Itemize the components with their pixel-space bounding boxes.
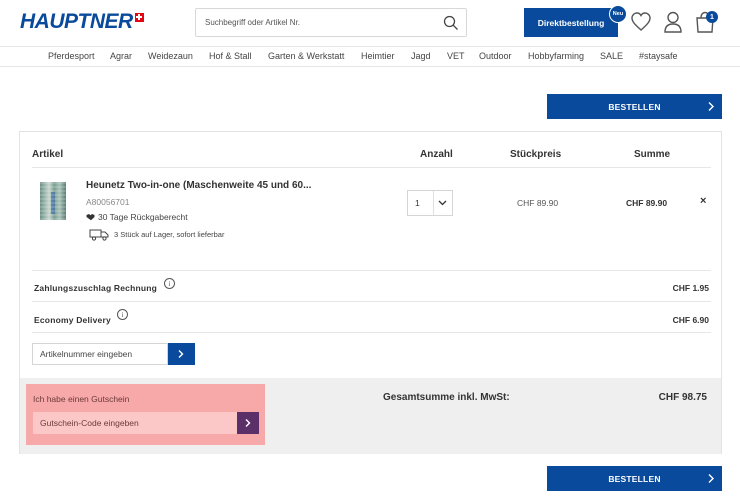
nav-item-agrar[interactable]: Agrar [110,51,132,61]
nav-item-staysafe[interactable]: #staysafe [639,51,678,61]
nav-item-outdoor[interactable]: Outdoor [479,51,512,61]
apply-voucher-button[interactable] [237,412,259,434]
header-article: Artikel [32,149,64,160]
nav-item-weidezaun[interactable]: Weidezaun [148,51,193,61]
info-icon[interactable]: i [117,309,128,320]
direct-order-button[interactable]: Direktbestellung [524,8,618,37]
nav-item-vet[interactable]: VET [447,51,465,61]
logo[interactable]: HAUPTNER [20,10,144,34]
order-summary: Ich habe einen Gutschein Gesamtsumme ink… [20,378,721,454]
add-article-button[interactable] [168,343,195,365]
divider [32,301,711,302]
chevron-down-icon [438,200,447,206]
quantity-select[interactable]: 1 [407,190,453,216]
remove-item-button[interactable]: × [700,195,706,207]
nav-item-jagd[interactable]: Jagd [411,51,431,61]
divider [32,270,711,271]
fee-value-delivery: CHF 6.90 [672,315,709,325]
new-badge: Neu [609,5,627,23]
fee-value-invoice-surcharge: CHF 1.95 [672,283,709,293]
line-total: CHF 89.90 [626,198,668,208]
stock-status: 3 Stück auf Lager, sofort lieferbar [89,228,224,241]
voucher-section: Ich habe einen Gutschein [26,384,265,445]
order-button-top[interactable]: BESTELLEN [547,94,722,119]
article-number-input[interactable] [32,343,168,365]
chevron-right-icon [708,474,714,483]
chevron-right-icon [245,419,251,427]
order-button-label: BESTELLEN [608,101,661,112]
chevron-right-icon [708,102,714,111]
fee-label-delivery: Economy Delivery [34,315,111,325]
header: HAUPTNER Direktbestellung Neu 1 [0,0,740,46]
unit-price: CHF 89.90 [517,198,559,208]
header-quantity: Anzahl [420,149,453,160]
product-name[interactable]: Heunetz Two-in-one (Maschenweite 45 und … [86,180,311,191]
order-button-label: BESTELLEN [608,473,661,484]
nav-item-heimtier[interactable]: Heimtier [361,51,395,61]
nav-item-hof-stall[interactable]: Hof & Stall [209,51,252,61]
search-icon[interactable] [443,15,459,31]
nav-item-hobbyfarming[interactable]: Hobbyfarming [528,51,584,61]
return-policy-text: 30 Tage Rückgaberecht [98,212,188,222]
chevron-right-icon [178,350,184,358]
cart-count-badge: 1 [706,11,718,23]
grand-total-value: CHF 98.75 [658,392,707,403]
product-image[interactable] [40,182,66,220]
voucher-code-input[interactable] [33,412,237,434]
wishlist-heart-icon[interactable] [630,10,652,34]
account-user-icon[interactable] [662,10,684,34]
header-sum: Summe [634,149,671,160]
nav-item-garten-werkstatt[interactable]: Garten & Werkstatt [268,51,344,61]
divider [32,332,711,333]
swiss-flag-icon [134,12,144,22]
divider [32,167,711,168]
handshake-icon [86,214,95,221]
return-policy: 30 Tage Rückgaberecht [86,212,188,222]
order-button-bottom[interactable]: BESTELLEN [547,466,722,491]
cart-table: Artikel Anzahl Stückpreis Summe Heunetz … [19,131,722,454]
fee-label-invoice-surcharge: Zahlungszuschlag Rechnung [34,283,158,293]
search-box [195,8,467,37]
stock-text: 3 Stück auf Lager, sofort lieferbar [114,230,225,239]
nav-item-sale[interactable]: SALE [600,51,623,61]
nav-item-pferdesport[interactable]: Pferdesport [48,51,95,61]
delivery-truck-icon [89,229,109,241]
header-unit-price: Stückpreis [510,149,562,160]
grand-total-label: Gesamtsumme inkl. MwSt: [383,392,510,403]
product-article-number: A80056701 [86,197,130,207]
info-icon[interactable]: i [164,278,175,289]
search-input[interactable] [196,9,436,36]
logo-text: HAUPTNER [20,10,133,33]
quantity-value: 1 [415,198,420,208]
main-navigation: Pferdesport Agrar Weidezaun Hof & Stall … [0,46,740,67]
voucher-title[interactable]: Ich habe einen Gutschein [33,394,129,404]
